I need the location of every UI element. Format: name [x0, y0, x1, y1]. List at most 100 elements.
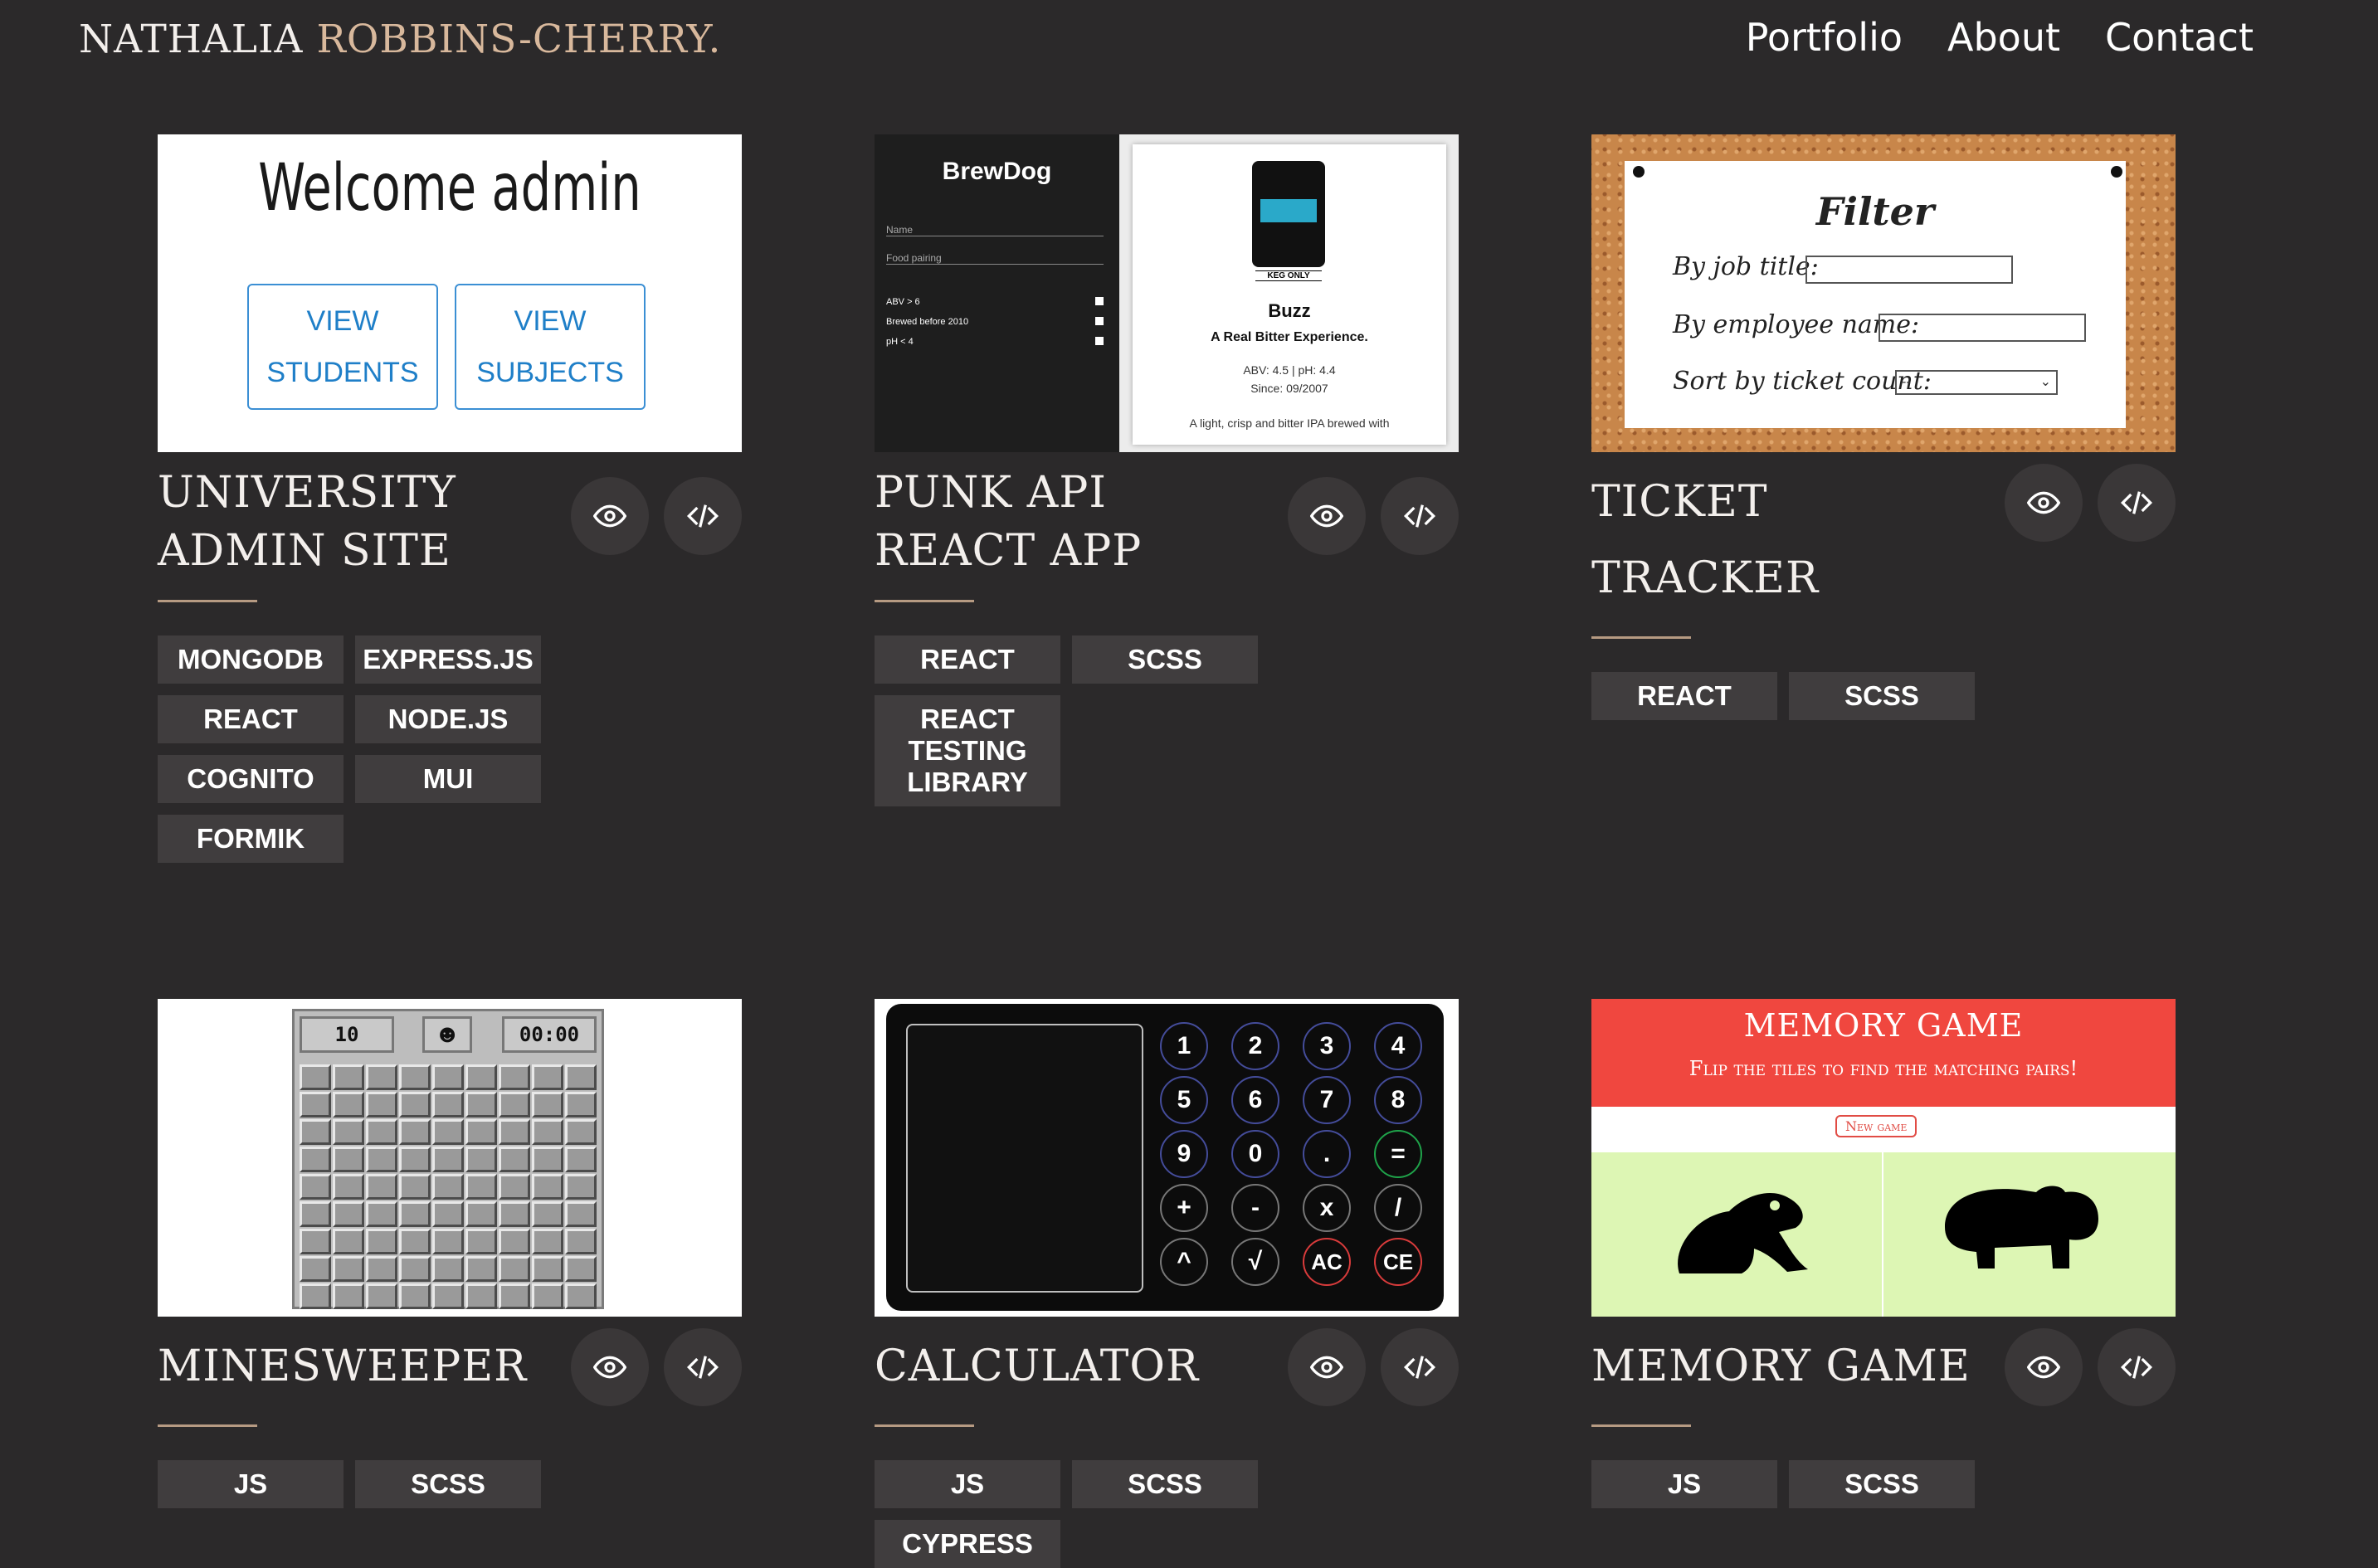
mine-cell — [499, 1119, 530, 1145]
tag: REACT TESTING LIBRARY — [875, 695, 1060, 806]
nav-portfolio[interactable]: Portfolio — [1746, 15, 1903, 60]
mine-cell — [399, 1064, 431, 1090]
mine-cell — [432, 1064, 464, 1090]
source-code-button[interactable] — [664, 477, 742, 555]
beer-stats: ABV: 4.5 | pH: 4.4 — [1243, 363, 1336, 377]
timer: 00:00 — [502, 1016, 597, 1053]
smiley-icon: ☻ — [422, 1016, 472, 1053]
site-logo[interactable]: NATHALIA ROBBINS-CHERRY. — [79, 17, 721, 62]
source-code-button[interactable] — [1381, 1328, 1459, 1406]
pin-icon — [2111, 166, 2122, 178]
source-code-button[interactable] — [664, 1328, 742, 1406]
mine-cell — [499, 1064, 530, 1090]
preview-input — [1879, 314, 2086, 342]
code-icon — [2120, 1356, 2153, 1379]
mine-cell — [532, 1174, 563, 1200]
nav-contact[interactable]: Contact — [2105, 15, 2254, 60]
mine-cell — [399, 1092, 431, 1118]
main-nav: Portfolio About Contact — [1746, 15, 2254, 60]
calculator-key: 8 — [1374, 1076, 1422, 1124]
project-card-calculator: 1 2 3 4 5 6 7 8 9 0. = + - x / ^ √ AC CE CALCULATOR JS SCS… — [875, 999, 1459, 1568]
code-icon — [686, 504, 719, 528]
mine-cell — [366, 1174, 397, 1200]
preview-filter: pH < 4 — [886, 337, 914, 347]
project-thumbnail[interactable]: 10 ☻ 00:00 — [158, 999, 742, 1317]
brand-first-name: NATHALIA — [79, 17, 304, 62]
tag: JS — [1591, 1460, 1777, 1508]
tag: REACT — [875, 635, 1060, 684]
tag: COGNITO — [158, 755, 344, 803]
title-underline — [158, 1424, 257, 1427]
mine-cell — [532, 1283, 563, 1309]
nav-about[interactable]: About — [1947, 15, 2060, 60]
mine-cell — [333, 1147, 364, 1172]
mine-cell — [333, 1256, 364, 1282]
preview-heading: MEMORY GAME — [1743, 1007, 2024, 1044]
source-code-button[interactable] — [1381, 477, 1459, 555]
tag: SCSS — [355, 1460, 541, 1508]
calculator-display — [906, 1024, 1143, 1293]
title-underline — [158, 600, 257, 602]
tag: MUI — [355, 755, 541, 803]
project-card-ticket-tracker: Filter By job title: By employee name: S… — [1591, 134, 2176, 720]
mine-cell — [432, 1201, 464, 1227]
mine-cell — [499, 1229, 530, 1254]
live-demo-button[interactable] — [2005, 464, 2083, 542]
mine-cell — [565, 1064, 597, 1090]
mine-cell — [333, 1064, 364, 1090]
code-icon — [2120, 491, 2153, 514]
tech-tags: JS SCSS CYPRESS — [875, 1460, 1459, 1568]
preview-input — [1805, 256, 2013, 284]
mine-cell — [333, 1174, 364, 1200]
eye-icon — [593, 504, 626, 528]
project-thumbnail[interactable]: 1 2 3 4 5 6 7 8 9 0. = + - x / ^ √ AC CE — [875, 999, 1459, 1317]
preview-select: -- ⌄ — [1895, 370, 2058, 395]
live-demo-button[interactable] — [1288, 477, 1366, 555]
calculator-key: - — [1231, 1184, 1279, 1232]
project-thumbnail[interactable]: Filter By job title: By employee name: S… — [1591, 134, 2176, 452]
mine-cell — [465, 1119, 497, 1145]
calculator-key: 5 — [1160, 1076, 1208, 1124]
frog-icon — [1678, 1193, 1808, 1273]
mine-cell — [300, 1174, 331, 1200]
preview-minesweeper-board: 10 ☻ 00:00 — [292, 1009, 604, 1309]
preview-select-value: -- — [1902, 375, 1911, 389]
pin-icon — [1633, 166, 1645, 178]
mine-cell — [432, 1174, 464, 1200]
eye-icon — [593, 1356, 626, 1379]
calculator-key: 1 — [1160, 1022, 1208, 1070]
mine-cell — [532, 1119, 563, 1145]
project-thumbnail[interactable]: Welcome admin VIEW STUDENTS VIEW SUBJECT… — [158, 134, 742, 452]
mine-cell — [432, 1119, 464, 1145]
source-code-button[interactable] — [2098, 1328, 2176, 1406]
live-demo-button[interactable] — [571, 1328, 649, 1406]
keg-image — [1252, 161, 1325, 267]
preview-calculator: 1 2 3 4 5 6 7 8 9 0. = + - x / ^ √ AC CE — [886, 1004, 1444, 1311]
live-demo-button[interactable] — [1288, 1328, 1366, 1406]
preview-subjects-button: VIEW SUBJECTS — [455, 284, 646, 410]
hippo-icon — [1945, 1186, 2098, 1269]
mine-cell — [499, 1092, 530, 1118]
mine-cell — [333, 1201, 364, 1227]
live-demo-button[interactable] — [2005, 1328, 2083, 1406]
mine-cell — [465, 1064, 497, 1090]
tag: SCSS — [1789, 672, 1975, 720]
eye-icon — [2027, 491, 2060, 514]
code-icon — [1403, 504, 1436, 528]
live-demo-button[interactable] — [571, 477, 649, 555]
project-thumbnail[interactable]: MEMORY GAME Flip the tiles to find the m… — [1591, 999, 2176, 1317]
mine-cell — [565, 1283, 597, 1309]
calculator-key: 0 — [1231, 1130, 1279, 1178]
mine-cell — [300, 1147, 331, 1172]
preview-memory-toolbar: New game — [1591, 1107, 2176, 1152]
mine-cell — [399, 1174, 431, 1200]
project-title: UNIVERSITY ADMIN SITE — [158, 468, 456, 576]
source-code-button[interactable] — [2098, 464, 2176, 542]
mine-cell — [333, 1092, 364, 1118]
project-thumbnail[interactable]: BrewDog Name Food pairing ABV > 6 Brewed… — [875, 134, 1459, 452]
mine-cell — [366, 1256, 397, 1282]
mine-cell — [465, 1092, 497, 1118]
mine-cell — [465, 1256, 497, 1282]
mine-cell — [499, 1256, 530, 1282]
preview-logo: BrewDog — [942, 158, 1052, 185]
